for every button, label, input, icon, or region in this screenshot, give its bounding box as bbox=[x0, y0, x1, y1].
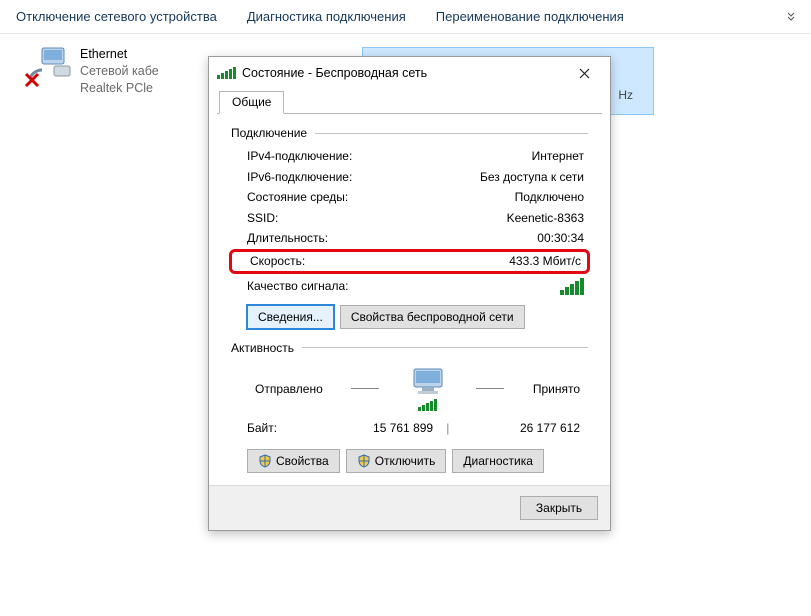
group-activity: Активность bbox=[231, 341, 588, 355]
adapter-ethernet-title: Ethernet bbox=[80, 46, 159, 63]
properties-button[interactable]: Свойства bbox=[247, 449, 340, 473]
disable-button[interactable]: Отключить bbox=[346, 449, 447, 473]
ipv6-value: Без доступа к сети bbox=[480, 168, 584, 187]
signal-bars-icon bbox=[560, 278, 584, 295]
toolbar-overflow-icon[interactable] bbox=[787, 12, 795, 22]
group-activity-label: Активность bbox=[231, 341, 294, 355]
adapter-ethernet-sub1: Сетевой кабе bbox=[80, 63, 159, 80]
activity-signal-icon bbox=[418, 399, 437, 411]
row-ipv6: IPv6-подключение: Без доступа к сети bbox=[231, 167, 588, 188]
row-speed: Скорость: 433.3 Мбит/с bbox=[229, 249, 590, 274]
dialog-footer: Закрыть bbox=[209, 485, 610, 530]
activity-buttons: Свойства Отключить Диагностика bbox=[231, 439, 588, 477]
toolbar-rename[interactable]: Переименование подключения bbox=[436, 9, 624, 24]
disable-button-label: Отключить bbox=[375, 454, 436, 468]
bytes-sent: 15 761 899 bbox=[316, 421, 434, 435]
connection-buttons: Сведения... Свойства беспроводной сети bbox=[231, 297, 588, 333]
signal-label: Качество сигнала: bbox=[247, 279, 348, 293]
diagnostics-button[interactable]: Диагностика bbox=[452, 449, 544, 473]
ethernet-adapter-icon bbox=[24, 46, 72, 86]
row-signal-quality: Качество сигнала: bbox=[231, 274, 588, 297]
row-ssid: SSID: Keenetic-8363 bbox=[231, 208, 588, 229]
activity-recv-label: Принято bbox=[533, 382, 580, 396]
details-button[interactable]: Сведения... bbox=[247, 305, 334, 329]
close-button[interactable]: Закрыть bbox=[520, 496, 598, 520]
activity-row: Отправлено Принято bbox=[231, 361, 588, 415]
group-connection-label: Подключение bbox=[231, 126, 307, 140]
close-icon[interactable] bbox=[566, 59, 602, 87]
bytes-separator: | bbox=[433, 421, 462, 435]
row-duration: Длительность: 00:30:34 bbox=[231, 228, 588, 249]
activity-dash-right bbox=[476, 388, 504, 389]
speed-value: 433.3 Мбит/с bbox=[509, 252, 581, 271]
duration-value: 00:30:34 bbox=[537, 229, 584, 248]
adapter-ethernet-labels: Ethernet Сетевой кабе Realtek PCle bbox=[80, 46, 159, 97]
shield-icon bbox=[258, 454, 272, 468]
group-connection: Подключение bbox=[231, 126, 588, 140]
ssid-value: Keenetic-8363 bbox=[507, 209, 584, 228]
media-value: Подключено bbox=[515, 188, 584, 207]
shield-icon bbox=[357, 454, 371, 468]
activity-sent-label: Отправлено bbox=[255, 382, 323, 396]
dialog-titlebar[interactable]: Состояние - Беспроводная сеть bbox=[209, 57, 610, 89]
adapter-ethernet-sub2: Realtek PCle bbox=[80, 80, 159, 97]
media-label: Состояние среды: bbox=[247, 188, 348, 207]
row-ipv4: IPv4-подключение: Интернет bbox=[231, 146, 588, 167]
tabstrip: Общие bbox=[217, 91, 602, 114]
ipv4-label: IPv4-подключение: bbox=[247, 147, 352, 166]
ipv6-label: IPv6-подключение: bbox=[247, 168, 352, 187]
properties-button-label: Свойства bbox=[276, 454, 329, 468]
dialog-panel: Подключение IPv4-подключение: Интернет I… bbox=[209, 114, 610, 485]
group-divider-2 bbox=[302, 347, 588, 348]
row-media: Состояние среды: Подключено bbox=[231, 187, 588, 208]
bytes-recv: 26 177 612 bbox=[462, 421, 580, 435]
duration-label: Длительность: bbox=[247, 229, 328, 248]
status-dialog: Состояние - Беспроводная сеть Общие Подк… bbox=[208, 56, 611, 531]
wifi-signal-icon bbox=[217, 67, 236, 79]
group-divider bbox=[315, 133, 588, 134]
dialog-title: Состояние - Беспроводная сеть bbox=[242, 66, 427, 80]
toolbar-disable-device[interactable]: Отключение сетевого устройства bbox=[16, 9, 217, 24]
activity-dash-left bbox=[351, 388, 379, 389]
speed-label: Скорость: bbox=[250, 252, 305, 271]
toolbar-diagnose[interactable]: Диагностика подключения bbox=[247, 9, 406, 24]
parent-toolbar: Отключение сетевого устройства Диагности… bbox=[0, 0, 811, 34]
activity-monitor-icon bbox=[408, 367, 448, 411]
wifi-properties-button[interactable]: Свойства беспроводной сети bbox=[340, 305, 525, 329]
ssid-label: SSID: bbox=[247, 209, 278, 228]
bytes-row: Байт: 15 761 899 | 26 177 612 bbox=[231, 415, 588, 439]
bytes-label: Байт: bbox=[247, 421, 316, 435]
tab-general[interactable]: Общие bbox=[219, 91, 284, 114]
ipv4-value: Интернет bbox=[532, 147, 584, 166]
